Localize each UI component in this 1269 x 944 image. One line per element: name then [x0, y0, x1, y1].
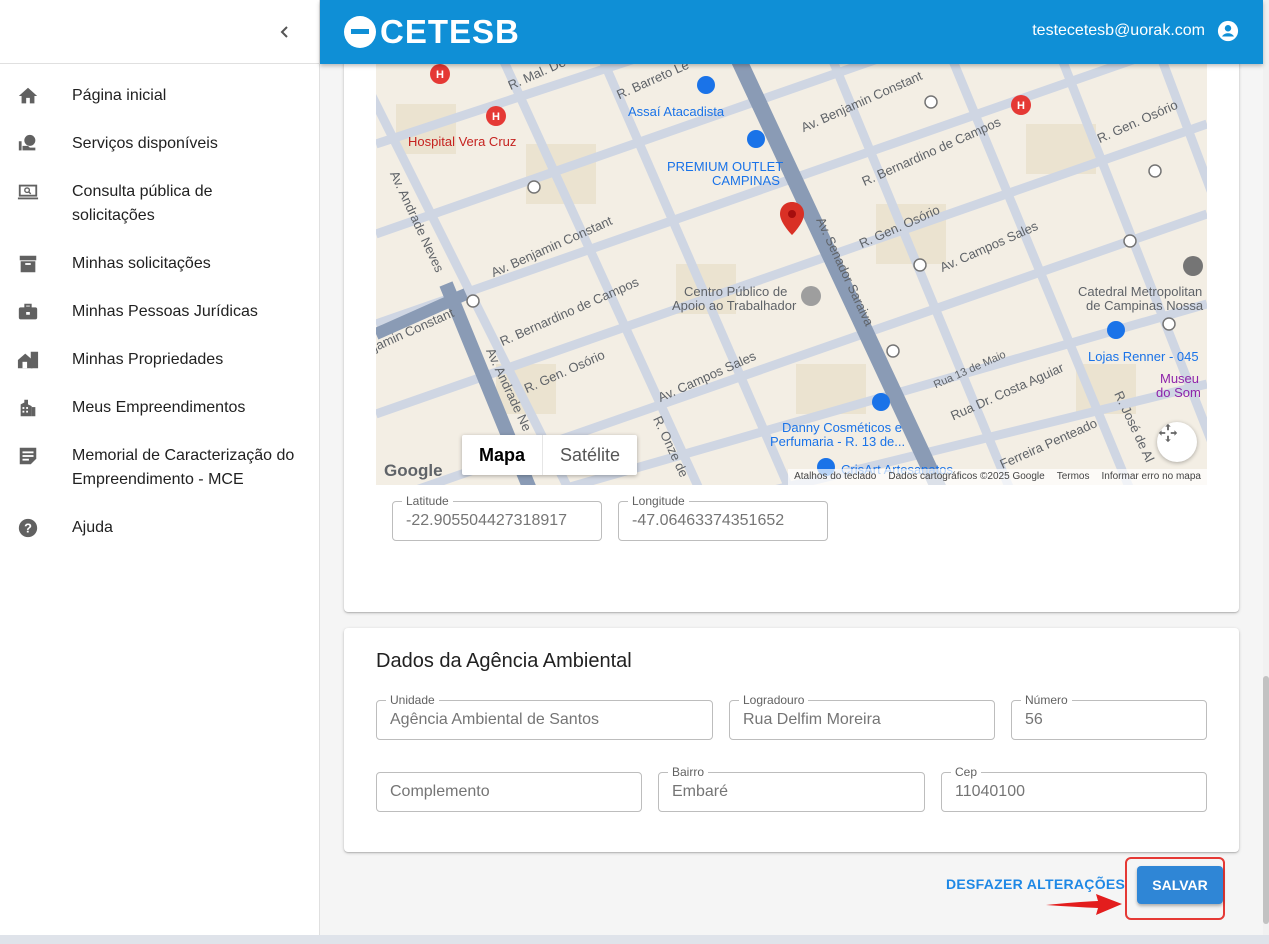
- briefcase-icon: [16, 300, 40, 324]
- report-error-link[interactable]: Informar erro no mapa: [1102, 469, 1202, 485]
- map-label-danny-1: Danny Cosméticos e: [782, 420, 902, 435]
- collapse-sidebar-button[interactable]: [273, 20, 297, 44]
- map-label-assai: Assaí Atacadista: [628, 104, 725, 119]
- svg-text:H: H: [492, 111, 500, 123]
- bairro-field[interactable]: Bairro Embaré: [658, 764, 925, 812]
- svg-text:?: ?: [24, 521, 32, 536]
- sidebar-item-mce[interactable]: Memorial de Caracterização do Empreendim…: [0, 432, 319, 504]
- sidebar: Página inicial Serviços disponíveis Cons…: [0, 0, 320, 944]
- page-scrollbar[interactable]: [1263, 0, 1269, 935]
- help-icon: ?: [16, 516, 40, 540]
- user-email: testecetesb@uorak.com: [1032, 22, 1205, 39]
- sidebar-item-label: Meus Empreendimentos: [72, 399, 246, 416]
- map-label-renner: Lojas Renner - 045: [1088, 349, 1199, 364]
- save-button[interactable]: SALVAR: [1137, 866, 1223, 904]
- logradouro-field[interactable]: Logradouro Rua Delfim Moreira: [729, 692, 995, 740]
- sidebar-item-home[interactable]: Página inicial: [0, 72, 319, 120]
- move-icon: [1158, 423, 1178, 443]
- google-logo: Google: [384, 461, 443, 480]
- sidebar-item-enterprises[interactable]: Meus Empreendimentos: [0, 384, 319, 432]
- sidebar-item-my-requests[interactable]: Minhas solicitações: [0, 240, 319, 288]
- red-arrow-icon: [1046, 894, 1122, 915]
- logo-mark-icon: [344, 16, 376, 48]
- sidebar-item-public-consultation[interactable]: Consulta pública de solicitações: [0, 168, 319, 240]
- unidade-field[interactable]: Unidade Agência Ambiental de Santos: [376, 692, 713, 740]
- account-circle-icon: [1217, 20, 1239, 42]
- map-type-control: Mapa Satélite: [462, 435, 638, 475]
- bairro-value: Embaré: [672, 783, 729, 800]
- map-label-hospital: Hospital Vera Cruz: [408, 134, 517, 149]
- map-label-outlet-2: CAMPINAS: [712, 173, 780, 188]
- sidebar-item-label: Minhas Propriedades: [72, 351, 224, 368]
- map-type-satellite-button[interactable]: Satélite: [543, 435, 637, 475]
- cep-field[interactable]: Cep 11040100: [941, 764, 1207, 812]
- services-icon: [16, 132, 40, 156]
- map-label-museu-1: Museu: [1160, 371, 1200, 386]
- fullscreen-button[interactable]: [1157, 422, 1197, 462]
- longitude-field[interactable]: Longitude -47.06463374351652: [618, 493, 828, 541]
- unidade-value: Agência Ambiental de Santos: [390, 711, 600, 728]
- map-label-centro-2: Apoio ao Trabalhador: [672, 298, 797, 313]
- sidebar-item-label: Consulta pública de solicitações: [72, 183, 213, 224]
- sidebar-item-help[interactable]: ? Ajuda: [0, 504, 319, 552]
- logradouro-value: Rua Delfim Moreira: [743, 711, 881, 728]
- map-label-catedral-1: Catedral Metropolitan: [1078, 284, 1203, 299]
- map-label-danny-2: Perfumaria - R. 13 de...: [770, 434, 906, 449]
- map-label-museu-2: do Som: [1156, 385, 1201, 400]
- home-icon: [16, 84, 40, 108]
- longitude-value: -47.06463374351652: [632, 512, 785, 529]
- user-menu[interactable]: testecetesb@uorak.com: [1032, 20, 1239, 42]
- taskbar: [0, 935, 1269, 944]
- complemento-input[interactable]: [390, 773, 634, 811]
- sidebar-item-label: Serviços disponíveis: [72, 135, 218, 152]
- sidebar-item-label: Ajuda: [72, 519, 113, 536]
- cep-value: 11040100: [955, 783, 1025, 800]
- property-icon: [16, 348, 40, 372]
- latitude-field[interactable]: Latitude -22.905504427318917: [392, 493, 602, 541]
- sidebar-item-legal-entities[interactable]: Minhas Pessoas Jurídicas: [0, 288, 319, 336]
- sidebar-nav: Página inicial Serviços disponíveis Cons…: [0, 64, 319, 552]
- sidebar-item-label: Memorial de Caracterização do Empreendim…: [72, 447, 295, 488]
- document-icon: [16, 444, 40, 468]
- latitude-value: -22.905504427318917: [406, 512, 568, 529]
- chevron-left-icon: [280, 26, 288, 38]
- keyboard-shortcuts-link[interactable]: Atalhos do teclado: [794, 469, 876, 485]
- map-data-text: Dados cartográficos ©2025 Google: [888, 471, 1045, 482]
- laptop-search-icon: [16, 180, 40, 204]
- cetesb-logo[interactable]: CETESB: [344, 13, 520, 50]
- complemento-field[interactable]: [376, 772, 642, 812]
- sidebar-header: [0, 0, 319, 64]
- sidebar-item-properties[interactable]: Minhas Propriedades: [0, 336, 319, 384]
- building-icon: [16, 396, 40, 420]
- archive-icon: [16, 252, 40, 276]
- sidebar-item-label: Minhas Pessoas Jurídicas: [72, 303, 258, 320]
- map-attribution: Atalhos do teclado Dados cartográficos ©…: [788, 469, 1207, 485]
- numero-field[interactable]: Número 56: [1011, 692, 1207, 740]
- scrollbar-thumb[interactable]: [1263, 676, 1269, 924]
- map-label-centro-1: Centro Público de: [684, 284, 788, 299]
- numero-value: 56: [1025, 711, 1043, 728]
- svg-text:H: H: [436, 69, 444, 81]
- sidebar-item-services[interactable]: Serviços disponíveis: [0, 120, 319, 168]
- sidebar-item-label: Minhas solicitações: [72, 255, 211, 272]
- map-label-outlet-1: PREMIUM OUTLET: [667, 159, 784, 174]
- google-map[interactable]: HHH Hospital Vera Cruz Assaí Atacadista …: [376, 64, 1207, 485]
- section-title-agency: Dados da Agência Ambiental: [376, 650, 632, 672]
- map-type-map-button[interactable]: Mapa: [462, 435, 544, 475]
- svg-text:H: H: [1017, 100, 1025, 112]
- app-header: CETESB testecetesb@uorak.com: [320, 0, 1263, 64]
- logo-text: CETESB: [380, 13, 520, 50]
- sidebar-item-label: Página inicial: [72, 87, 167, 104]
- map-label-catedral-2: de Campinas Nossa: [1086, 298, 1204, 313]
- terms-link[interactable]: Termos: [1057, 469, 1090, 485]
